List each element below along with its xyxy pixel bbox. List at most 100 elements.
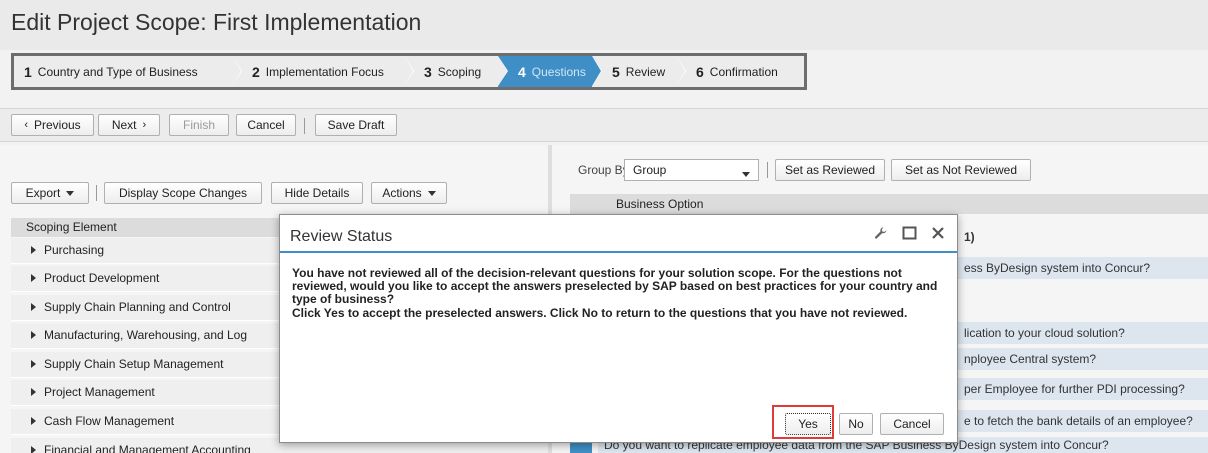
step-label: Review (625, 64, 666, 79)
scope-item-label: Purchasing (44, 243, 105, 257)
question-group-label: 1) (964, 230, 975, 244)
review-status-dialog: Review Status You have not reviewed all … (279, 214, 958, 443)
step-label: Implementation Focus (265, 64, 384, 79)
actions-label: Actions (382, 186, 422, 200)
dialog-message: You have not reviewed all of the decisio… (292, 267, 942, 321)
export-label: Export (25, 186, 61, 200)
display-scope-changes-label: Display Scope Changes (118, 186, 248, 200)
set-as-reviewed-label: Set as Reviewed (784, 163, 876, 177)
question-text: per Employee for further PDI processing? (964, 382, 1185, 396)
group-by-label: Group By (578, 163, 629, 177)
step-label: Confirmation (709, 64, 778, 79)
toolbar-separator (767, 162, 768, 178)
roadmap-step-country[interactable]: 1 Country and Type of Business (14, 56, 242, 87)
previous-label: Previous (33, 118, 81, 132)
chevron-right-icon: › (142, 119, 147, 131)
question-text: nployee Central system? (964, 352, 1097, 366)
dialog-title: Review Status (290, 228, 393, 245)
scope-item-label: Product Development (44, 271, 160, 285)
question-row[interactable]: nployee Central system? (958, 348, 1208, 370)
question-row[interactable]: ess ByDesign system into Concur? (958, 257, 1208, 279)
expand-arrow-icon[interactable] (31, 246, 36, 254)
previous-button[interactable]: ‹ Previous (11, 114, 94, 136)
cancel-button[interactable]: Cancel (236, 114, 296, 136)
roadmap-step-scoping[interactable]: 3 Scoping (404, 56, 508, 87)
save-draft-button[interactable]: Save Draft (315, 114, 397, 136)
step-number: 6 (696, 63, 704, 80)
question-row[interactable]: e to fetch the bank details of an employ… (958, 410, 1208, 432)
step-label: Scoping (437, 64, 482, 79)
expand-arrow-icon[interactable] (31, 388, 36, 396)
question-text: lication to your cloud solution? (964, 326, 1125, 340)
step-number: 4 (518, 63, 526, 80)
roadmap-step-review[interactable]: 5 Review (592, 56, 686, 87)
set-as-reviewed-button[interactable]: Set as Reviewed (775, 159, 885, 181)
wrench-icon[interactable] (874, 226, 888, 243)
step-label: Questions (531, 64, 586, 79)
dropdown-caret-icon (66, 190, 75, 196)
maximize-icon[interactable] (902, 226, 917, 243)
export-button[interactable]: Export (11, 182, 89, 204)
scope-item-label: Project Management (44, 385, 155, 399)
question-text: e to fetch the bank details of an employ… (964, 414, 1193, 428)
no-label: No (848, 417, 864, 431)
group-by-select[interactable]: Group (624, 159, 759, 181)
finish-label: Finish (182, 118, 215, 132)
actions-button[interactable]: Actions (371, 182, 447, 204)
next-button[interactable]: Next › (98, 114, 160, 136)
dialog-paragraph: You have not reviewed all of the decisio… (292, 266, 938, 306)
yes-button-highlight (772, 405, 834, 439)
column-header-label: Business Option (616, 197, 704, 211)
expand-arrow-icon[interactable] (31, 303, 36, 311)
step-number: 3 (424, 63, 432, 80)
set-as-not-reviewed-label: Set as Not Reviewed (904, 163, 1018, 177)
next-label: Next (111, 118, 137, 132)
step-label: Country and Type of Business (37, 64, 198, 79)
display-scope-changes-button[interactable]: Display Scope Changes (104, 182, 262, 204)
cancel-label: Cancel (247, 118, 285, 132)
set-as-not-reviewed-button[interactable]: Set as Not Reviewed (891, 159, 1031, 181)
chevron-left-icon: ‹ (24, 119, 28, 131)
expand-arrow-icon[interactable] (31, 274, 36, 282)
page-title: Edit Project Scope: First Implementation (11, 9, 422, 35)
business-option-column-header[interactable]: Business Option (570, 194, 1208, 214)
no-button[interactable]: No (839, 413, 873, 435)
dialog-cancel-label: Cancel (893, 417, 931, 431)
question-text: ess ByDesign system into Concur? (964, 261, 1151, 275)
title-bar: Edit Project Scope: First Implementation (0, 0, 1208, 50)
scope-item-label: Financial and Management Accounting (44, 443, 251, 453)
column-header-label: Scoping Element (26, 220, 117, 234)
hide-details-button[interactable]: Hide Details (271, 182, 363, 204)
dropdown-caret-icon (742, 172, 750, 177)
close-icon[interactable] (931, 226, 945, 243)
expand-arrow-icon[interactable] (31, 331, 36, 339)
toolbar-separator (304, 118, 305, 134)
dialog-cancel-button[interactable]: Cancel (880, 413, 944, 435)
step-number: 2 (252, 63, 260, 80)
dropdown-caret-icon (427, 190, 436, 196)
dialog-title-underline (280, 251, 957, 253)
expand-arrow-icon[interactable] (31, 360, 36, 368)
roadmap-step-implementation-focus[interactable]: 2 Implementation Focus (232, 56, 414, 87)
dialog-window-controls (874, 226, 945, 243)
question-row[interactable]: lication to your cloud solution? (958, 322, 1208, 344)
roadmap-step-confirmation[interactable]: 6 Confirmation (676, 56, 804, 87)
question-group-header: 1) (958, 226, 1208, 248)
step-number: 1 (24, 63, 32, 80)
question-row[interactable]: per Employee for further PDI processing? (958, 378, 1208, 400)
scope-item-label: Manufacturing, Warehousing, and Log (44, 328, 248, 342)
group-by-value: Group (633, 163, 667, 177)
scope-item-label: Supply Chain Planning and Control (44, 300, 231, 314)
main-toolbar: ‹ Previous Next › Finish Cancel Save Dra… (0, 108, 1208, 142)
hide-details-label: Hide Details (284, 186, 350, 200)
dialog-paragraph: Click Yes to accept the preselected answ… (292, 306, 908, 320)
expand-arrow-icon[interactable] (31, 417, 36, 425)
expand-arrow-icon[interactable] (31, 446, 36, 453)
toolbar-separator (96, 185, 97, 201)
save-draft-label: Save Draft (327, 118, 385, 132)
scope-item-label: Supply Chain Setup Management (44, 357, 224, 371)
step-number: 5 (612, 63, 620, 80)
scope-item-label: Cash Flow Management (44, 414, 175, 428)
finish-button[interactable]: Finish (169, 114, 229, 136)
roadmap-step-questions[interactable]: 4 Questions (498, 56, 602, 87)
